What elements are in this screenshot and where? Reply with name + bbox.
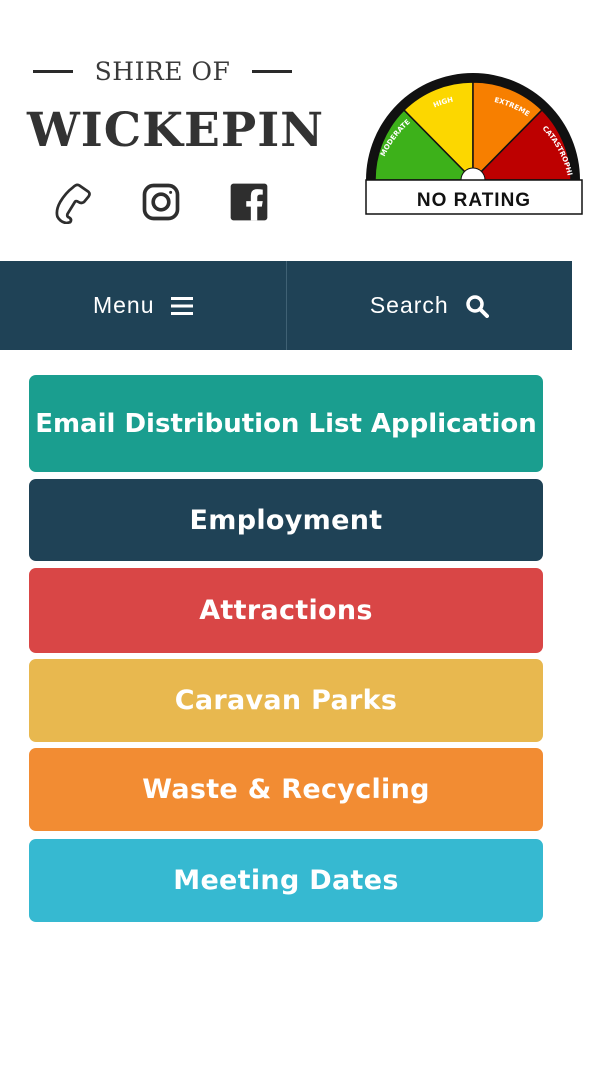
hamburger-icon xyxy=(170,296,193,316)
divider-left xyxy=(32,69,73,73)
council-name-logo[interactable]: WICKEPIN xyxy=(27,101,342,161)
quick-link-attractions[interactable]: Attractions xyxy=(29,568,543,653)
search-button[interactable]: Search xyxy=(287,261,573,350)
quick-link-email-distribution[interactable]: Email Distribution List Application xyxy=(29,375,543,472)
site-header: SHIRE OF WICKEPIN MODERATE HIGH EXTREME … xyxy=(0,0,600,262)
shire-of-text: SHIRE OF xyxy=(94,56,231,86)
main-navigation-bar: Menu Search xyxy=(0,261,572,350)
search-label: Search xyxy=(369,292,449,318)
rating-value: NO RATING xyxy=(417,190,531,211)
quick-link-employment[interactable]: Employment xyxy=(29,479,543,561)
phone-icon[interactable] xyxy=(49,178,97,226)
shire-of-heading: SHIRE OF xyxy=(30,54,295,88)
menu-button[interactable]: Menu xyxy=(0,261,286,350)
fire-danger-rating-sign[interactable]: MODERATE HIGH EXTREME CATASTROPHIC NO RA… xyxy=(360,64,584,217)
facebook-icon[interactable] xyxy=(225,178,273,226)
quick-link-caravan-parks[interactable]: Caravan Parks xyxy=(29,659,543,742)
quick-link-meeting-dates[interactable]: Meeting Dates xyxy=(29,839,543,922)
quick-link-waste-recycling[interactable]: Waste & Recycling xyxy=(29,748,543,831)
divider-right xyxy=(252,69,293,73)
instagram-icon[interactable] xyxy=(137,178,185,226)
search-icon xyxy=(465,294,489,318)
menu-label: Menu xyxy=(92,292,155,318)
